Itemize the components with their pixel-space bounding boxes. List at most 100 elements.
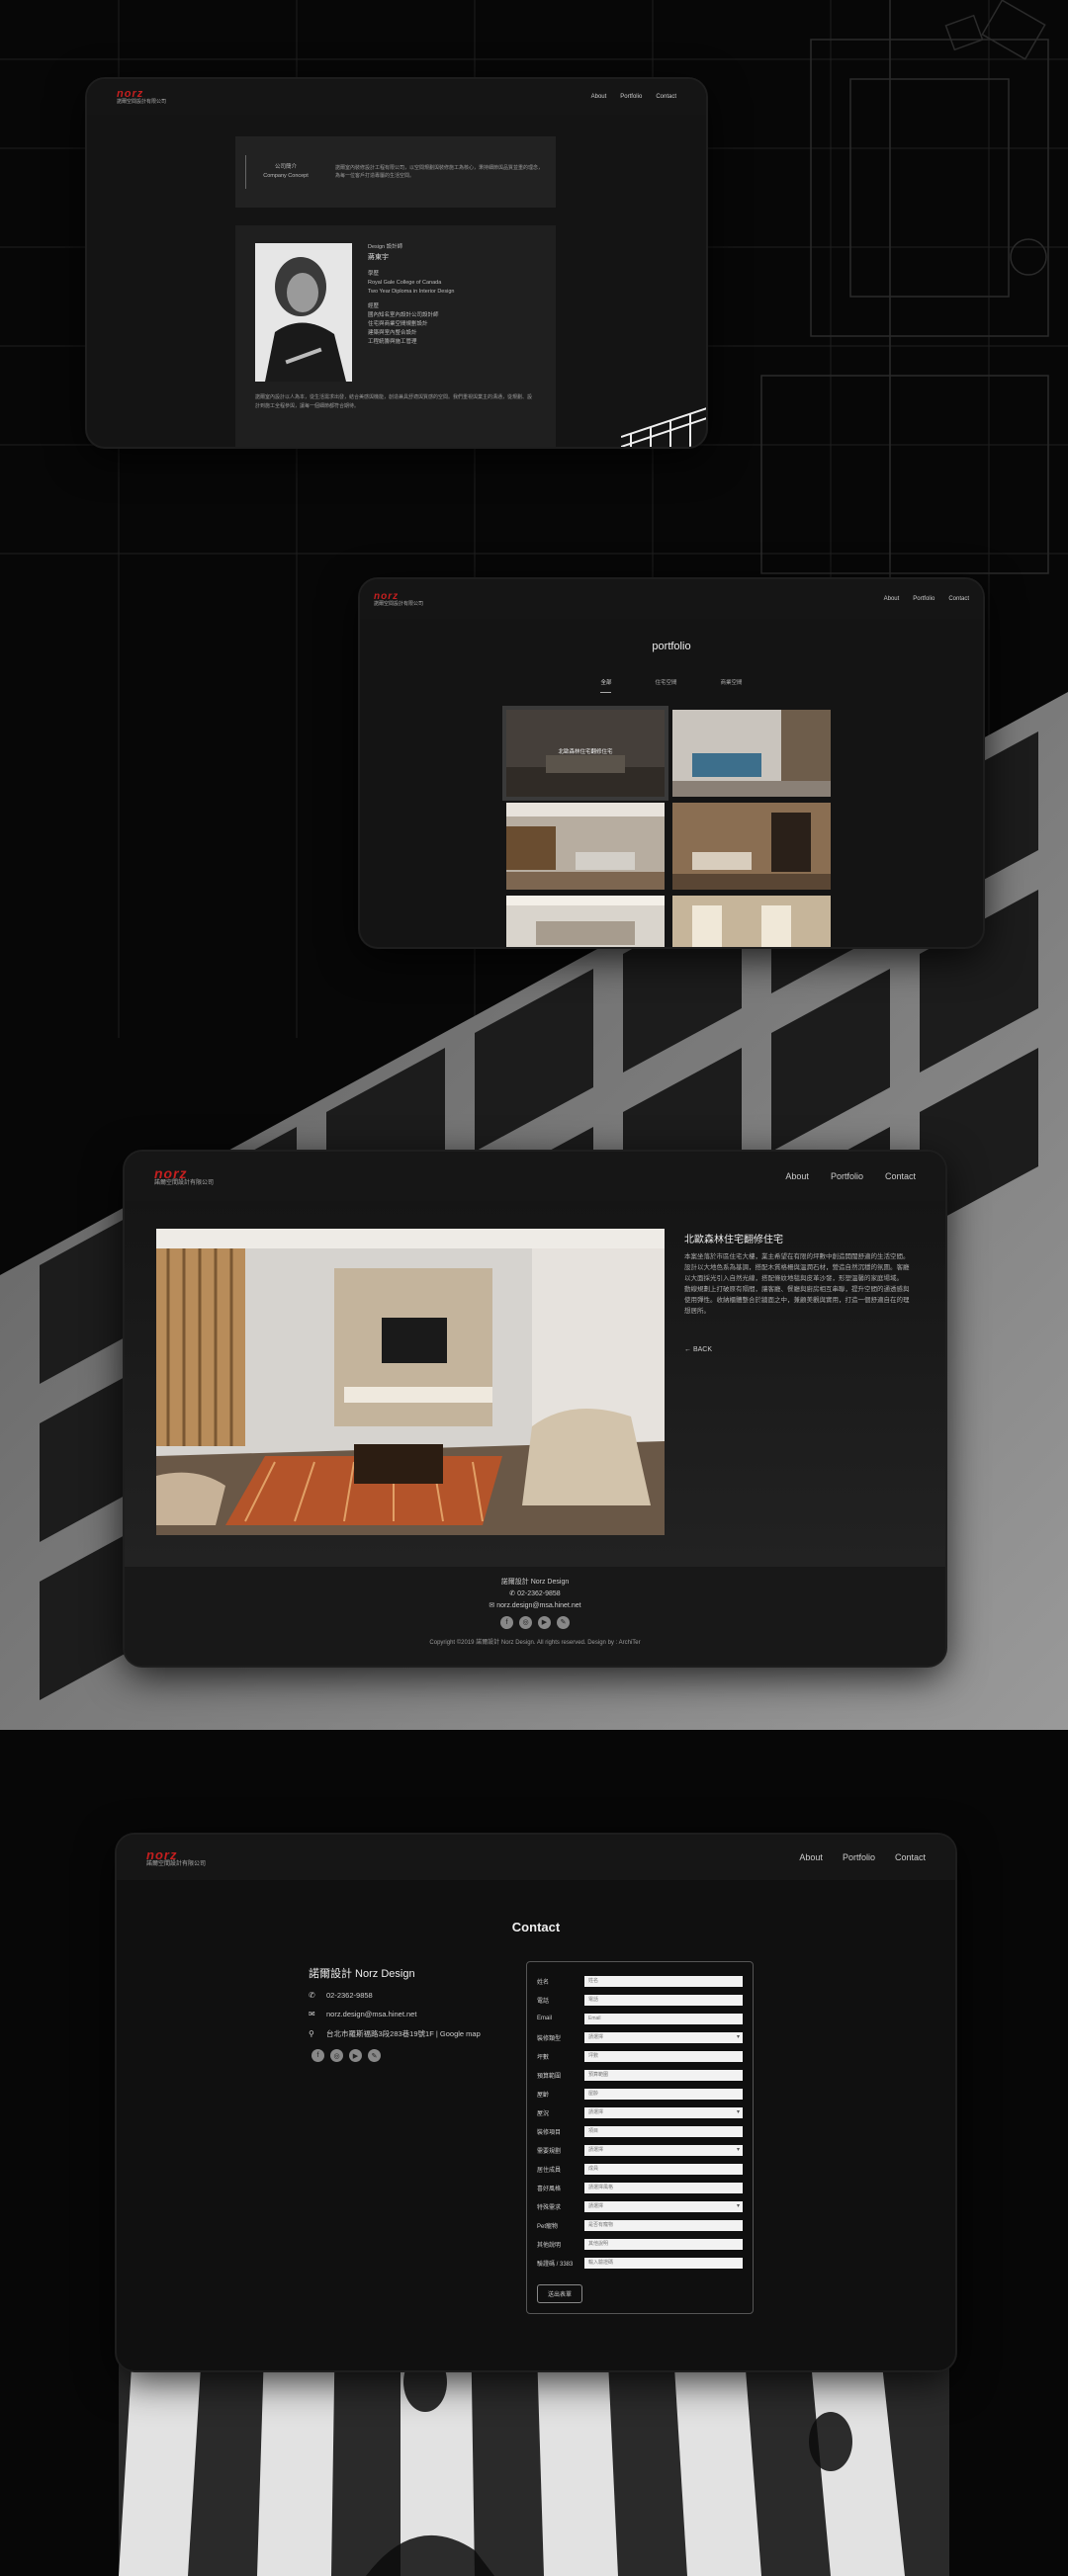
form-label: 裝修項目: [537, 2129, 562, 2136]
portfolio-tabs: 全部 住宅空間 商業空間: [360, 678, 983, 693]
submit-button[interactable]: 送出表單: [537, 2284, 583, 2303]
form-input[interactable]: 屋齡: [584, 2088, 743, 2100]
instagram-icon[interactable]: ◎: [519, 1615, 532, 1629]
nav-contact[interactable]: Contact: [895, 1852, 926, 1862]
project-photo[interactable]: [156, 1229, 665, 1535]
site-footer: 諾爾設計 Norz Design ✆ 02-2362-9858 ✉ norz.d…: [125, 1567, 945, 1666]
form-label: 屋況: [537, 2110, 550, 2117]
project-description: 北歐森林住宅翻修住宅 本案坐落於市區住宅大樓，業主希望在有限的坪數中創造開闊舒適…: [684, 1231, 912, 1353]
designer-portrait: [255, 243, 352, 382]
nav-portfolio[interactable]: Portfolio: [843, 1852, 875, 1862]
form-row: 裝修類型 請選擇: [537, 2030, 743, 2044]
form-label: 喜好風格: [537, 2186, 562, 2192]
nav-contact[interactable]: Contact: [656, 94, 676, 100]
contact-form: 姓名姓名電話 電話 Email Email 裝修類型請選擇坪數 坪數預算範圍 預算範圍屋齡屋…: [526, 1961, 754, 2314]
facebook-icon[interactable]: f: [312, 2049, 324, 2062]
nav-about[interactable]: About: [884, 596, 900, 602]
footer-phone[interactable]: 02-2362-9858: [517, 1590, 561, 1597]
form-label: 電話: [537, 1998, 550, 2005]
footer-email[interactable]: norz.design@msa.hinet.net: [496, 1602, 580, 1609]
form-input[interactable]: 項目: [584, 2125, 743, 2137]
form-label: 坪數: [537, 2054, 550, 2061]
designer-profile: Design 設計師 蔣東宇 學歷 Royal Gale College of …: [235, 225, 556, 447]
project-heading: 北歐森林住宅翻修住宅: [684, 1235, 783, 1245]
form-row: 姓名 姓名: [537, 1974, 743, 1988]
form-input[interactable]: 預算範圍: [584, 2069, 743, 2081]
form-row: 驗證碼 / 3383 輸入驗證碼: [537, 2256, 743, 2270]
form-input[interactable]: 姓名: [584, 1975, 743, 1987]
portfolio-item[interactable]: [672, 896, 831, 947]
form-input[interactable]: 請選擇風格: [584, 2182, 743, 2193]
contact-email[interactable]: norz.design@msa.hinet.net: [326, 2010, 416, 2018]
form-input[interactable]: 其他說明: [584, 2238, 743, 2250]
form-input[interactable]: 是否有寵物: [584, 2219, 743, 2231]
link-icon[interactable]: ✎: [368, 2049, 381, 2062]
nav-contact[interactable]: Contact: [948, 596, 969, 602]
form-label: 其他說明: [537, 2242, 562, 2249]
brand-logo[interactable]: norz 諾爾空間設計有限公司: [117, 89, 166, 105]
form-input[interactable]: 成員: [584, 2163, 743, 2175]
portfolio-item[interactable]: [672, 803, 831, 890]
contact-page-mockup: norz 諾爾空間設計有限公司 About Portfolio Contact …: [117, 1835, 955, 2370]
map-pin-icon: ⚲: [309, 2029, 314, 2038]
brand-logo[interactable]: norz 諾爾空間設計有限公司: [374, 590, 423, 607]
nav-about[interactable]: About: [799, 1852, 823, 1862]
company-concept-text: 諾爾室內裝修設計工程有限公司，以空間規劃與裝修施工為核心，秉持細節與品質並重的理…: [335, 164, 544, 180]
portfolio-item[interactable]: [672, 710, 831, 797]
portfolio-title: portfolio: [652, 641, 691, 652]
form-label: 預算範圍: [537, 2073, 562, 2080]
youtube-icon[interactable]: ▶: [538, 1615, 551, 1629]
social-links: f ◎ ▶ ✎: [309, 2049, 481, 2062]
nav-portfolio[interactable]: Portfolio: [620, 94, 642, 100]
portfolio-item[interactable]: [506, 803, 665, 890]
nav-portfolio[interactable]: Portfolio: [831, 1171, 863, 1181]
designer-info: Design 設計師 蔣東宇 學歷 Royal Gale College of …: [368, 244, 455, 346]
link-icon[interactable]: ✎: [557, 1615, 570, 1629]
form-row: 坪數 坪數: [537, 2049, 743, 2063]
contact-address[interactable]: 台北市羅斯福路3段283巷19號1F | Google map: [326, 2028, 481, 2039]
brand-logo[interactable]: norz 諾爾空間設計有限公司: [146, 1848, 206, 1867]
youtube-icon[interactable]: ▶: [349, 2049, 362, 2062]
form-select[interactable]: 請選擇: [584, 2031, 743, 2043]
form-row: 屋況 請選擇: [537, 2105, 743, 2119]
company-concept-title: 公司簡介 Company Concept: [245, 155, 325, 189]
portfolio-grid: 北歐森林住宅翻修住宅: [502, 706, 831, 947]
nav-about[interactable]: About: [785, 1171, 809, 1181]
form-row: 居住成員 成員: [537, 2162, 743, 2176]
contact-phone[interactable]: 02-2362-9858: [326, 1991, 373, 2000]
portfolio-item[interactable]: 北歐森林住宅翻修住宅: [502, 706, 668, 801]
form-label: Email: [537, 2016, 553, 2021]
form-select[interactable]: 請選擇: [584, 2106, 743, 2118]
company-concept-box: 公司簡介 Company Concept 諾爾室內裝修設計工程有限公司，以空間規…: [235, 136, 556, 208]
form-input[interactable]: 坪數: [584, 2050, 743, 2062]
staircase-graphic: [621, 407, 706, 447]
project-detail: 北歐森林住宅翻修住宅 本案坐落於市區住宅大樓，業主希望在有限的坪數中創造開闊舒適…: [125, 1201, 945, 1567]
tab-all[interactable]: 全部: [600, 678, 612, 693]
form-select[interactable]: 請選擇: [584, 2200, 743, 2212]
footer-company-name: 諾爾設計 Norz Design: [500, 1579, 570, 1586]
nav-about[interactable]: About: [591, 94, 607, 100]
form-input[interactable]: Email: [584, 2013, 743, 2024]
tab-commercial[interactable]: 商業空間: [721, 678, 743, 693]
form-input[interactable]: 電話: [584, 1994, 743, 2006]
instagram-icon[interactable]: ◎: [330, 2049, 343, 2062]
form-row: 需要規劃 請選擇: [537, 2143, 743, 2157]
logo-subtitle: 諾爾空間設計有限公司: [117, 99, 167, 105]
form-row: 喜好風格 請選擇風格: [537, 2181, 743, 2194]
form-select[interactable]: 請選擇: [584, 2144, 743, 2156]
form-row: Email Email: [537, 2012, 743, 2025]
logo-wordmark: norz: [146, 1846, 178, 1862]
nav-contact[interactable]: Contact: [885, 1171, 916, 1181]
brand-logo[interactable]: norz 諾爾空間設計有限公司: [154, 1166, 214, 1186]
logo-subtitle: 諾爾空間設計有限公司: [146, 1860, 207, 1867]
tab-residential[interactable]: 住宅空間: [655, 678, 676, 693]
back-button[interactable]: ← BACK: [684, 1346, 912, 1353]
form-input[interactable]: 輸入驗證碼: [584, 2257, 743, 2269]
nav-portfolio[interactable]: Portfolio: [913, 596, 934, 602]
form-row: 電話 電話: [537, 1993, 743, 2007]
copyright: Copyright ©2019 諾爾設計 Norz Design. All ri…: [429, 1639, 641, 1646]
logo-wordmark: norz: [374, 590, 400, 602]
social-links: f ◎ ▶ ✎: [125, 1615, 945, 1629]
facebook-icon[interactable]: f: [500, 1615, 513, 1629]
portfolio-item[interactable]: [506, 896, 665, 947]
